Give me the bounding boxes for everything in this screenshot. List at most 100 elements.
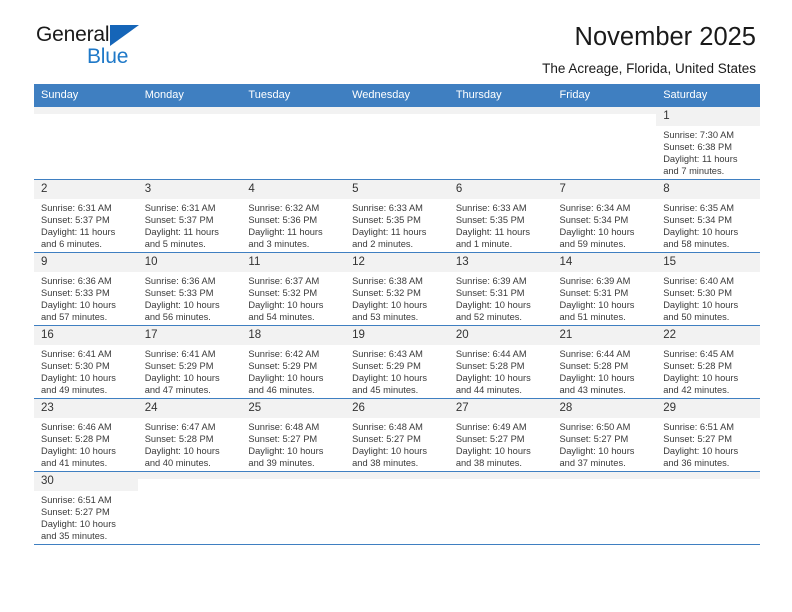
day-number <box>448 472 553 479</box>
calendar-day-cell[interactable]: 11 Sunrise: 6:37 AM Sunset: 5:32 PM Dayligh… <box>241 252 346 326</box>
calendar-day-cell[interactable]: 22 Sunrise: 6:45 AM Sunset: 5:28 PM Dayligh… <box>656 325 760 399</box>
sun-info: Sunrise: 7:30 AM Sunset: 6:38 PM Daylight:… <box>656 126 760 177</box>
calendar-week-row: 16 Sunrise: 6:41 AM Sunset: 5:30 PM Dayligh… <box>34 325 760 399</box>
daylight-text: Daylight: 10 hours and 58 minutes. <box>663 227 739 250</box>
sunset-text: Sunset: 5:35 PM <box>352 215 421 226</box>
day-number: 7 <box>552 180 657 199</box>
triangle-icon <box>110 25 139 46</box>
sun-info: Sunrise: 6:31 AM Sunset: 5:37 PM Daylight:… <box>34 199 138 250</box>
calendar-day-cell[interactable]: 24 Sunrise: 6:47 AM Sunset: 5:28 PM Dayligh… <box>137 398 242 472</box>
daylight-text: Daylight: 10 hours and 42 minutes. <box>663 373 739 396</box>
sunrise-text: Sunrise: 6:31 AM <box>144 203 216 213</box>
calendar-day-cell[interactable]: 14 Sunrise: 6:39 AM Sunset: 5:31 PM Dayligh… <box>552 252 657 326</box>
sun-info: Sunrise: 6:36 AM Sunset: 5:33 PM Daylight:… <box>138 272 242 323</box>
day-number <box>552 107 657 114</box>
day-number <box>552 472 657 479</box>
daylight-text: Daylight: 10 hours and 59 minutes. <box>559 227 635 250</box>
calendar-cell-empty <box>448 471 553 545</box>
calendar-day-cell[interactable]: 18 Sunrise: 6:42 AM Sunset: 5:29 PM Dayligh… <box>241 325 346 399</box>
calendar-day-cell[interactable]: 6 Sunrise: 6:33 AM Sunset: 5:35 PM Daylight… <box>448 179 553 253</box>
calendar-day-cell[interactable]: 13 Sunrise: 6:39 AM Sunset: 5:31 PM Dayligh… <box>448 252 553 326</box>
sunrise-text: Sunrise: 6:31 AM <box>41 203 112 213</box>
calendar-cell-empty <box>345 106 449 180</box>
sunset-text: Sunset: 6:38 PM <box>663 142 732 153</box>
daylight-text: Daylight: 10 hours and 50 minutes. <box>663 300 739 323</box>
day-cell-inner: 10 Sunrise: 6:36 AM Sunset: 5:33 PM Dayligh… <box>137 253 242 325</box>
day-number: 23 <box>34 399 138 418</box>
calendar-day-cell[interactable]: 19 Sunrise: 6:43 AM Sunset: 5:29 PM Dayligh… <box>345 325 449 399</box>
daylight-text: Daylight: 10 hours and 47 minutes. <box>144 373 220 396</box>
sunset-text: Sunset: 5:27 PM <box>352 434 421 445</box>
daylight-text: Daylight: 10 hours and 46 minutes. <box>248 373 324 396</box>
weekday-header-monday: Monday <box>137 84 242 107</box>
daylight-text: Daylight: 10 hours and 56 minutes. <box>144 300 220 323</box>
day-cell-inner: 30 Sunrise: 6:51 AM Sunset: 5:27 PM Dayligh… <box>34 472 138 544</box>
sunrise-text: Sunrise: 6:36 AM <box>144 276 216 286</box>
sunrise-text: Sunrise: 6:45 AM <box>663 349 735 359</box>
day-number: 20 <box>448 326 553 345</box>
calendar-day-cell[interactable]: 30 Sunrise: 6:51 AM Sunset: 5:27 PM Dayligh… <box>34 471 138 545</box>
sunset-text: Sunset: 5:34 PM <box>559 215 629 226</box>
general-blue-logo[interactable]: General Blue <box>36 24 216 76</box>
daylight-text: Daylight: 10 hours and 54 minutes. <box>248 300 324 323</box>
daylight-text: Daylight: 11 hours and 2 minutes. <box>352 227 427 250</box>
day-cell-inner: 13 Sunrise: 6:39 AM Sunset: 5:31 PM Dayligh… <box>448 253 553 325</box>
day-cell-inner <box>241 107 346 179</box>
calendar-day-cell[interactable]: 9 Sunrise: 6:36 AM Sunset: 5:33 PM Daylight… <box>34 252 138 326</box>
sunset-text: Sunset: 5:28 PM <box>559 361 629 372</box>
day-cell-inner: 8 Sunrise: 6:35 AM Sunset: 5:34 PM Daylight… <box>656 180 760 252</box>
calendar-day-cell[interactable]: 28 Sunrise: 6:50 AM Sunset: 5:27 PM Dayligh… <box>552 398 657 472</box>
day-cell-inner: 16 Sunrise: 6:41 AM Sunset: 5:30 PM Dayligh… <box>34 326 138 398</box>
calendar-day-cell[interactable]: 8 Sunrise: 6:35 AM Sunset: 5:34 PM Daylight… <box>656 179 760 253</box>
sunrise-text: Sunrise: 6:37 AM <box>248 276 320 286</box>
calendar-day-cell[interactable]: 16 Sunrise: 6:41 AM Sunset: 5:30 PM Dayligh… <box>34 325 138 399</box>
sunrise-text: Sunrise: 6:44 AM <box>559 349 631 359</box>
day-cell-inner <box>552 107 657 179</box>
calendar-day-cell[interactable]: 4 Sunrise: 6:32 AM Sunset: 5:36 PM Daylight… <box>241 179 346 253</box>
logo-word-general: General <box>36 23 110 46</box>
sunrise-text: Sunrise: 6:36 AM <box>41 276 112 286</box>
calendar-day-cell[interactable]: 20 Sunrise: 6:44 AM Sunset: 5:28 PM Dayligh… <box>448 325 553 399</box>
daylight-text: Daylight: 10 hours and 43 minutes. <box>559 373 635 396</box>
day-number: 19 <box>345 326 449 345</box>
sun-info: Sunrise: 6:47 AM Sunset: 5:28 PM Daylight:… <box>138 418 242 469</box>
calendar-week-row: 30 Sunrise: 6:51 AM Sunset: 5:27 PM Dayligh… <box>34 471 760 545</box>
day-cell-inner: 9 Sunrise: 6:36 AM Sunset: 5:33 PM Daylight… <box>34 253 138 325</box>
sunrise-text: Sunrise: 6:49 AM <box>455 422 527 432</box>
day-number: 17 <box>137 326 242 345</box>
daylight-text: Daylight: 10 hours and 37 minutes. <box>559 446 635 469</box>
calendar-day-cell[interactable]: 29 Sunrise: 6:51 AM Sunset: 5:27 PM Dayligh… <box>656 398 760 472</box>
daylight-text: Daylight: 10 hours and 36 minutes. <box>663 446 739 469</box>
calendar-day-cell[interactable]: 21 Sunrise: 6:44 AM Sunset: 5:28 PM Dayligh… <box>552 325 657 399</box>
calendar-day-cell[interactable]: 2 Sunrise: 6:31 AM Sunset: 5:37 PM Daylight… <box>34 179 138 253</box>
sunset-text: Sunset: 5:29 PM <box>248 361 318 372</box>
calendar-day-cell[interactable]: 17 Sunrise: 6:41 AM Sunset: 5:29 PM Dayligh… <box>137 325 242 399</box>
calendar-day-cell[interactable]: 12 Sunrise: 6:38 AM Sunset: 5:32 PM Dayligh… <box>345 252 449 326</box>
sun-info: Sunrise: 6:40 AM Sunset: 5:30 PM Daylight:… <box>656 272 760 323</box>
sun-info: Sunrise: 6:49 AM Sunset: 5:27 PM Daylight:… <box>449 418 553 469</box>
day-cell-inner: 23 Sunrise: 6:46 AM Sunset: 5:28 PM Dayligh… <box>34 399 138 471</box>
sunrise-text: Sunrise: 6:34 AM <box>559 203 631 213</box>
calendar-day-cell[interactable]: 10 Sunrise: 6:36 AM Sunset: 5:33 PM Dayligh… <box>137 252 242 326</box>
calendar-day-cell[interactable]: 3 Sunrise: 6:31 AM Sunset: 5:37 PM Daylight… <box>137 179 242 253</box>
calendar-day-cell[interactable]: 7 Sunrise: 6:34 AM Sunset: 5:34 PM Daylight… <box>552 179 657 253</box>
day-cell-inner <box>137 107 242 179</box>
sunset-text: Sunset: 5:33 PM <box>41 288 110 299</box>
day-cell-inner <box>137 472 242 544</box>
calendar-day-cell[interactable]: 1 Sunrise: 7:30 AM Sunset: 6:38 PM Daylight… <box>656 106 760 180</box>
day-cell-inner <box>345 107 449 179</box>
logo-word-blue: Blue <box>87 45 129 68</box>
calendar-cell-empty <box>241 471 346 545</box>
calendar-day-cell[interactable]: 23 Sunrise: 6:46 AM Sunset: 5:28 PM Dayligh… <box>34 398 138 472</box>
calendar-day-cell[interactable]: 27 Sunrise: 6:49 AM Sunset: 5:27 PM Dayligh… <box>448 398 553 472</box>
day-cell-inner: 25 Sunrise: 6:48 AM Sunset: 5:27 PM Dayligh… <box>241 399 346 471</box>
sunset-text: Sunset: 5:34 PM <box>663 215 732 226</box>
sunrise-text: Sunrise: 6:41 AM <box>144 349 216 359</box>
calendar-day-cell[interactable]: 26 Sunrise: 6:48 AM Sunset: 5:27 PM Dayligh… <box>345 398 449 472</box>
calendar-day-cell[interactable]: 5 Sunrise: 6:33 AM Sunset: 5:35 PM Daylight… <box>345 179 449 253</box>
day-number <box>448 107 553 114</box>
day-cell-inner <box>448 472 553 544</box>
calendar-day-cell[interactable]: 25 Sunrise: 6:48 AM Sunset: 5:27 PM Dayligh… <box>241 398 346 472</box>
calendar-day-cell[interactable]: 15 Sunrise: 6:40 AM Sunset: 5:30 PM Dayligh… <box>656 252 760 326</box>
sunset-text: Sunset: 5:27 PM <box>41 507 110 518</box>
